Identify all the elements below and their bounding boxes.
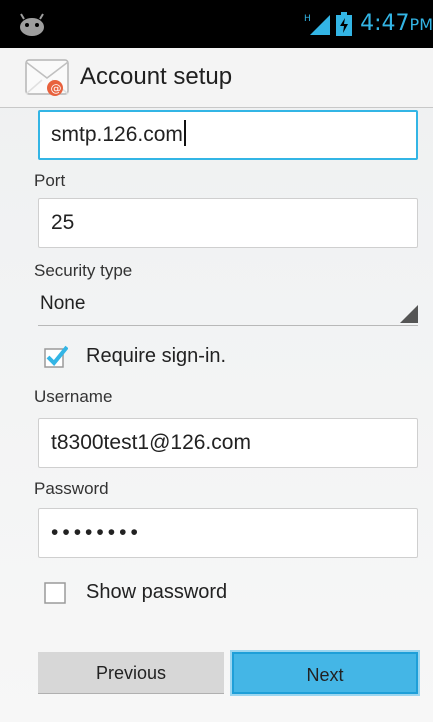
- username-input[interactable]: t8300test1@126.com: [38, 418, 418, 468]
- password-input[interactable]: ••••••••: [38, 508, 418, 558]
- next-button[interactable]: Next: [232, 652, 418, 694]
- svg-text:@: @: [51, 82, 62, 95]
- status-time-value: 4:47: [360, 10, 410, 36]
- security-type-value: None: [40, 293, 86, 314]
- android-icon: [20, 13, 44, 36]
- server-value: smtp.126.com: [51, 123, 183, 146]
- previous-button[interactable]: Previous: [38, 652, 224, 694]
- page-title: Account setup: [80, 63, 233, 90]
- signal-icon: H: [304, 14, 331, 35]
- dropdown-arrow-icon: [400, 305, 418, 323]
- checkbox-checked-icon[interactable]: [44, 344, 68, 368]
- action-bar: @ Account setup: [0, 48, 433, 108]
- require-signin-label: Require sign-in.: [86, 344, 227, 367]
- email-app-icon[interactable]: @: [22, 54, 72, 100]
- checkbox-unchecked-icon[interactable]: [44, 580, 68, 604]
- status-time-ampm: PM: [409, 14, 433, 34]
- status-bar: H 4:47PM: [0, 0, 433, 48]
- security-type-label: Security type: [34, 261, 133, 280]
- server-input[interactable]: smtp.126.com: [38, 110, 418, 160]
- port-input[interactable]: 25: [38, 198, 418, 248]
- show-password-label: Show password: [86, 580, 228, 603]
- show-password-checkbox-row[interactable]: Show password: [38, 572, 227, 612]
- username-label: Username: [34, 387, 113, 406]
- security-type-dropdown[interactable]: None: [38, 284, 418, 326]
- text-cursor: [183, 120, 186, 146]
- port-label: Port: [34, 171, 66, 190]
- network-type-label: H: [304, 14, 311, 24]
- password-label: Password: [34, 479, 109, 498]
- battery-charging-icon: [336, 12, 353, 36]
- status-time: 4:47PM: [360, 8, 433, 41]
- require-signin-checkbox-row[interactable]: Require sign-in.: [38, 336, 226, 376]
